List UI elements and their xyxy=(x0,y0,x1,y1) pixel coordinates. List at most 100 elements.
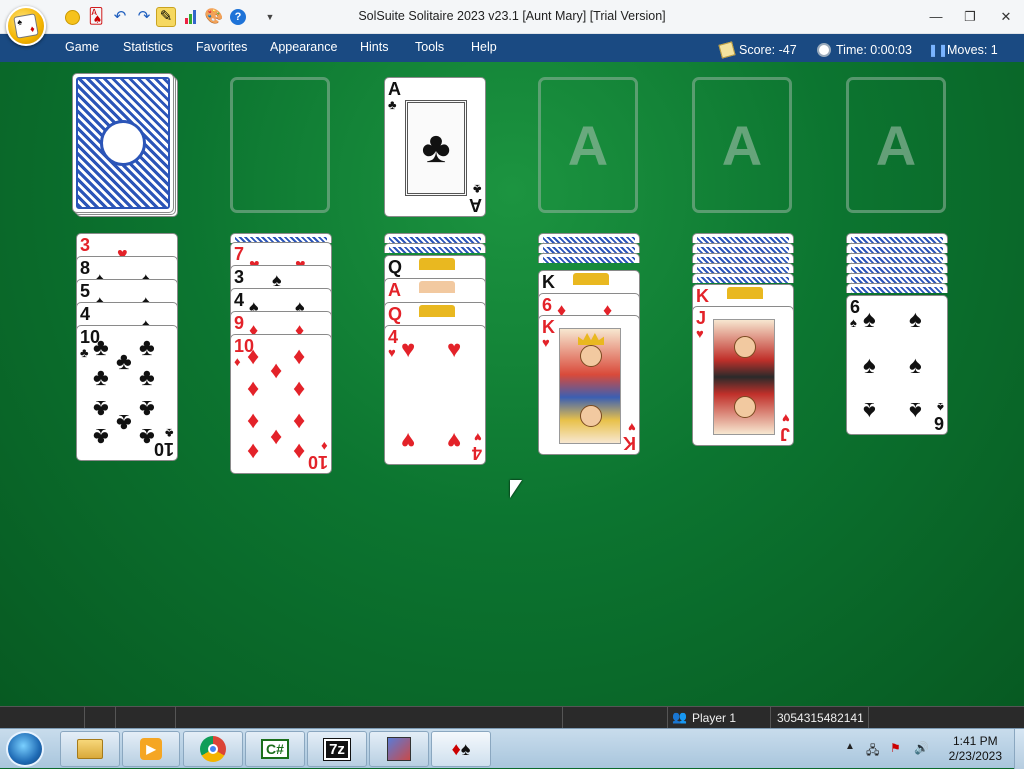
card-rank: 4 xyxy=(388,327,399,347)
explorer-icon[interactable] xyxy=(60,731,120,767)
media-player-icon[interactable]: ▶ xyxy=(122,731,180,767)
tableau-card[interactable]: 4 ♥ ♥ ♥ ♥ ♥ 4 ♥ xyxy=(384,325,486,465)
card-rank: 9 xyxy=(234,313,245,333)
stock-pile[interactable] xyxy=(72,73,178,217)
hearts-icon: ♥ xyxy=(401,427,416,454)
window-title: SolSuite Solitaire 2023 v23.1 [Aunt Mary… xyxy=(358,9,666,23)
card-rank: 3 xyxy=(234,267,245,287)
card-suit: ♣ xyxy=(80,345,89,360)
waste-slot[interactable] xyxy=(230,77,330,213)
volume-icon[interactable]: 🔊 xyxy=(914,741,929,755)
card-suit: ♣ xyxy=(388,97,397,112)
card-suit: ♥ xyxy=(696,326,704,341)
tableau-card[interactable]: 10 ♦ ♦ ♦ ♦ ♦ ♦ ♦ ♦ ♦ ♦ ♦ 10 ♦ xyxy=(230,334,332,474)
players-icon: 👥 xyxy=(672,710,687,724)
card-suit-bottom: ♥ xyxy=(628,420,636,435)
king-portrait xyxy=(573,273,609,285)
score-text: Score: -47 xyxy=(739,43,797,57)
chrome-icon[interactable] xyxy=(183,731,243,767)
card-suit: ♠ xyxy=(850,315,857,330)
card-suit-bottom: ♥ xyxy=(782,411,790,426)
network-icon[interactable]: 🖧 xyxy=(866,741,879,762)
foundation-slot-2[interactable]: A xyxy=(692,77,792,213)
clubs-icon: ♣ xyxy=(139,364,155,391)
foundation-label: A xyxy=(567,113,609,177)
jack-portrait xyxy=(713,319,775,435)
tableau-card[interactable]: K ♥ K ♥ xyxy=(538,315,640,455)
time-text: Time: 0:00:03 xyxy=(836,43,912,57)
clubs-icon: ♣ xyxy=(93,334,109,361)
tableau-card[interactable]: 6 ♠ ♠ ♠ ♠ ♠ ♠ ♠ 6 ♠ xyxy=(846,295,948,435)
hearts-icon: ♥ xyxy=(401,336,416,363)
face-down-card xyxy=(692,233,794,243)
csharp-label: C# xyxy=(261,739,289,759)
diamonds-icon: ♦ xyxy=(293,407,306,434)
app-logo-icon[interactable]: ♠ ♦ xyxy=(6,6,46,46)
status-divider xyxy=(115,707,116,729)
menu-appearance[interactable]: Appearance xyxy=(270,40,337,54)
csharp-icon[interactable]: C# xyxy=(245,731,305,767)
minimize-button[interactable]: — xyxy=(925,8,947,26)
menu-statistics[interactable]: Statistics xyxy=(123,40,173,54)
tableau-card[interactable]: 10 ♣ ♣ ♣ ♣ ♣ ♣ ♣ ♣ ♣ ♣ ♣ 10 ♣ xyxy=(76,325,178,461)
face-down-card xyxy=(846,273,948,283)
7zip-icon[interactable]: 7z xyxy=(307,731,367,767)
menu-favorites[interactable]: Favorites xyxy=(196,40,247,54)
card-suit-bottom: ♥ xyxy=(474,430,482,445)
status-divider xyxy=(667,707,668,729)
clock-icon xyxy=(817,43,831,57)
queen-portrait xyxy=(419,305,455,317)
clubs-icon: ♣ xyxy=(139,423,155,450)
show-hidden-icons-icon[interactable]: ▲ xyxy=(845,741,855,752)
time-display: Time: 0:00:03 xyxy=(817,43,912,57)
foundation-label: A xyxy=(721,113,763,177)
stock-top-card[interactable] xyxy=(72,73,174,213)
card-suit-bottom: ♠ xyxy=(937,400,944,415)
show-desktop-button[interactable] xyxy=(1014,729,1024,769)
menu-help[interactable]: Help xyxy=(471,40,497,54)
network-tool-icon[interactable] xyxy=(369,731,429,767)
hearts-icon: ♥ xyxy=(447,336,462,363)
card-rank: 5 xyxy=(80,281,91,301)
clubs-icon: ♣ xyxy=(93,395,109,422)
action-center-icon[interactable]: ⚑ xyxy=(890,741,901,755)
face-down-card xyxy=(384,243,486,253)
status-divider xyxy=(868,707,869,729)
moves-text: Moves: 1 xyxy=(947,43,998,57)
menu-hints[interactable]: Hints xyxy=(360,40,388,54)
face-down-card xyxy=(692,243,794,253)
mouse-cursor xyxy=(510,480,522,498)
card-rank: A xyxy=(388,280,401,300)
card-rank-bottom: J xyxy=(779,424,790,444)
spades-icon: ♠ xyxy=(863,397,876,424)
tableau-card[interactable]: J ♥ J ♥ xyxy=(692,306,794,446)
system-clock[interactable]: 1:41 PM 2/23/2023 xyxy=(949,734,1002,764)
sevenzip-label: 7z xyxy=(323,737,351,761)
card-rank: A xyxy=(388,79,401,99)
foundation-slot-3[interactable]: A xyxy=(846,77,946,213)
diamonds-icon: ♦ xyxy=(293,437,306,464)
solitaire-icon[interactable]: ♦ ♠ xyxy=(431,731,491,767)
player-name: Player 1 xyxy=(692,711,737,725)
card-rank: 6 xyxy=(850,297,861,317)
face-down-card xyxy=(692,263,794,273)
clubs-icon: ♣ xyxy=(139,334,155,361)
spades-icon: ♠ xyxy=(863,352,876,379)
diamonds-icon: ♦ xyxy=(247,343,260,370)
waste-card[interactable]: A ♣ ♣ A ♣ xyxy=(384,77,486,217)
spades-icon: ♠ xyxy=(909,352,922,379)
card-suit-bottom: ♣ xyxy=(473,182,482,197)
face-down-card xyxy=(538,253,640,263)
menu-tools[interactable]: Tools xyxy=(415,40,444,54)
clubs-icon: ♣ xyxy=(93,423,109,450)
foundation-slot-1[interactable]: A xyxy=(538,77,638,213)
menu-game[interactable]: Game xyxy=(65,40,99,54)
restore-button[interactable]: ❐ xyxy=(959,8,981,26)
clock-time: 1:41 PM xyxy=(952,734,998,748)
card-rank: K xyxy=(542,272,555,292)
close-button[interactable]: ✕ xyxy=(995,8,1017,26)
card-suit: ♥ xyxy=(542,335,550,350)
start-button[interactable] xyxy=(6,731,44,767)
spades-icon: ♠ xyxy=(863,306,876,333)
spades-icon: ♠ xyxy=(909,397,922,424)
